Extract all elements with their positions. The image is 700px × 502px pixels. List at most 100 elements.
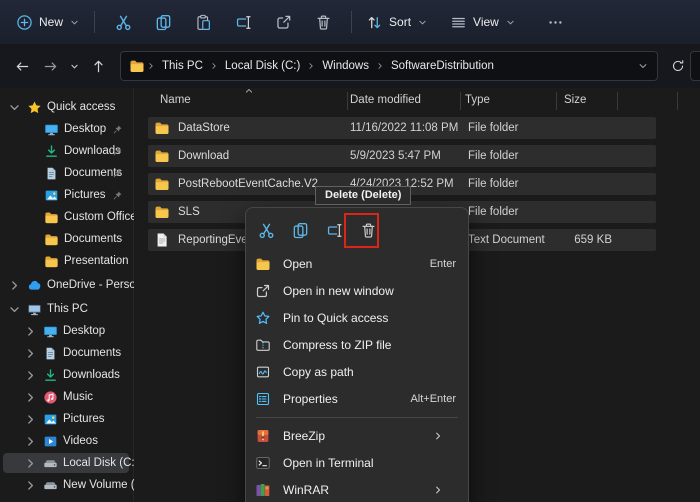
chevron-right-icon[interactable] xyxy=(7,278,22,293)
sidebar-item-documents[interactable]: Documents xyxy=(0,162,134,184)
sidebar-item-label: Pictures xyxy=(63,413,105,425)
breadcrumb-segment[interactable]: This PC xyxy=(157,60,208,72)
address-bar[interactable]: This PC Local Disk (C:) Windows Software… xyxy=(120,51,658,81)
sidebar-item-onedrive[interactable]: OneDrive - Personal xyxy=(0,274,134,296)
file-row-datastore[interactable]: DataStore 11/16/2022 11:08 PM File folde… xyxy=(148,117,656,139)
chevron-down-icon xyxy=(505,17,516,28)
column-divider[interactable] xyxy=(347,92,348,110)
chevron-right-icon xyxy=(209,61,219,71)
navigation-bar: This PC Local Disk (C:) Windows Software… xyxy=(0,44,700,88)
menu-item-winrar[interactable]: WinRAR xyxy=(246,476,468,502)
file-type: File folder xyxy=(468,150,519,162)
chevron-down-icon[interactable] xyxy=(7,100,22,115)
document-icon xyxy=(44,166,59,181)
column-divider[interactable] xyxy=(677,92,678,110)
sidebar-item-pc-music[interactable]: Music xyxy=(0,386,134,408)
chevron-down-icon[interactable] xyxy=(637,60,649,72)
sidebar-item-downloads[interactable]: Downloads xyxy=(0,140,134,162)
up-button[interactable] xyxy=(84,51,112,81)
column-header-type[interactable]: Type xyxy=(465,94,490,106)
delete-button[interactable] xyxy=(303,6,343,38)
sidebar-item-pictures[interactable]: Pictures xyxy=(0,184,134,206)
chevron-right-icon[interactable] xyxy=(23,324,38,339)
rename-button[interactable] xyxy=(223,6,263,38)
menu-item-pin-to-quick-access[interactable]: Pin to Quick access xyxy=(246,304,468,331)
breadcrumb-segment[interactable]: SoftwareDistribution xyxy=(386,60,499,72)
sidebar-item-custom-office-templates[interactable]: Custom Office Temp xyxy=(0,206,134,228)
menu-item-copy-as-path[interactable]: Copy as path xyxy=(246,358,468,385)
more-options-button[interactable] xyxy=(536,6,576,38)
quick-cut-button[interactable] xyxy=(251,216,281,246)
paste-button[interactable] xyxy=(183,6,223,38)
menu-item-compress-to-zip[interactable]: Compress to ZIP file xyxy=(246,331,468,358)
chevron-right-icon[interactable] xyxy=(23,390,38,405)
sidebar-item-presentation[interactable]: Presentation xyxy=(0,250,134,272)
chevron-right-icon[interactable] xyxy=(23,346,38,361)
sort-button[interactable]: Sort xyxy=(360,6,434,38)
menu-item-open-in-terminal[interactable]: Open in Terminal xyxy=(246,449,468,476)
pin-icon xyxy=(112,124,123,135)
chevron-right-icon xyxy=(306,61,316,71)
column-divider[interactable] xyxy=(556,92,557,110)
sidebar-item-desktop[interactable]: Desktop xyxy=(0,118,134,140)
breadcrumb-segment[interactable]: Local Disk (C:) xyxy=(220,60,305,72)
file-size: 659 KB xyxy=(574,234,612,246)
menu-item-breezip[interactable]: BreeZip xyxy=(246,422,468,449)
folder-icon xyxy=(129,58,145,74)
menu-item-open[interactable]: Open Enter xyxy=(246,250,468,277)
monitor-icon xyxy=(27,302,42,317)
chevron-right-icon[interactable] xyxy=(23,434,38,449)
folder-icon xyxy=(44,254,59,269)
refresh-button[interactable] xyxy=(664,51,692,81)
sidebar-item-label: Music xyxy=(63,391,94,403)
sidebar-item-label: Custom Office Temp xyxy=(64,211,134,223)
chevron-right-icon xyxy=(432,430,444,442)
menu-item-open-in-new-window[interactable]: Open in new window xyxy=(246,277,468,304)
sidebar-item-label: Documents xyxy=(63,347,122,359)
menu-item-label: Pin to Quick access xyxy=(283,310,389,325)
sidebar-item-pc-desktop[interactable]: Desktop xyxy=(0,320,134,342)
search-box[interactable] xyxy=(690,51,700,81)
breadcrumb-segment[interactable]: Windows xyxy=(317,60,374,72)
arrow-left-icon xyxy=(15,59,30,74)
arrow-right-icon xyxy=(43,59,58,74)
quick-copy-button[interactable] xyxy=(285,216,315,246)
sidebar-item-new-volume-d[interactable]: New Volume (D:) xyxy=(0,474,134,496)
sidebar-item-pc-videos[interactable]: Videos xyxy=(0,430,134,452)
back-button[interactable] xyxy=(8,51,36,81)
column-header-name[interactable]: Name xyxy=(160,94,191,106)
chevron-down-icon xyxy=(69,17,80,28)
column-divider[interactable] xyxy=(460,92,461,110)
sidebar-item-local-disk-c[interactable]: Local Disk (C:) xyxy=(0,452,134,474)
menu-item-properties[interactable]: Properties Alt+Enter xyxy=(246,385,468,412)
forward-button[interactable] xyxy=(36,51,64,81)
sidebar-item-pc-downloads[interactable]: Downloads xyxy=(0,364,134,386)
chevron-right-icon[interactable] xyxy=(23,456,38,471)
folder-icon xyxy=(154,204,170,220)
sidebar-item-pc-pictures[interactable]: Pictures xyxy=(0,408,134,430)
column-divider[interactable] xyxy=(617,92,618,110)
sidebar-item-documents-folder[interactable]: Documents xyxy=(0,228,134,250)
chevron-down-icon[interactable] xyxy=(7,302,22,317)
picture-icon xyxy=(44,188,59,203)
desktop-icon xyxy=(43,324,58,339)
chevron-right-icon[interactable] xyxy=(23,478,38,493)
chevron-right-icon[interactable] xyxy=(23,368,38,383)
sidebar-item-this-pc[interactable]: This PC xyxy=(0,298,134,320)
sidebar-item-pc-documents[interactable]: Documents xyxy=(0,342,134,364)
view-button[interactable]: View xyxy=(444,6,522,38)
column-header-size[interactable]: Size xyxy=(564,94,586,106)
cloud-icon xyxy=(27,278,42,293)
menu-item-label: WinRAR xyxy=(283,482,330,497)
column-header-date-modified[interactable]: Date modified xyxy=(350,94,421,106)
copy-button[interactable] xyxy=(143,6,183,38)
sidebar-item-quick-access[interactable]: Quick access xyxy=(0,96,134,118)
file-name: Download xyxy=(178,150,230,162)
share-button[interactable] xyxy=(263,6,303,38)
chevron-right-icon[interactable] xyxy=(23,412,38,427)
file-row-download[interactable]: Download 5/9/2023 5:47 PM File folder xyxy=(148,145,656,167)
cut-button[interactable] xyxy=(103,6,143,38)
new-button[interactable]: New xyxy=(10,6,86,38)
recent-locations-button[interactable] xyxy=(64,51,84,81)
file-type: File folder xyxy=(468,206,519,218)
